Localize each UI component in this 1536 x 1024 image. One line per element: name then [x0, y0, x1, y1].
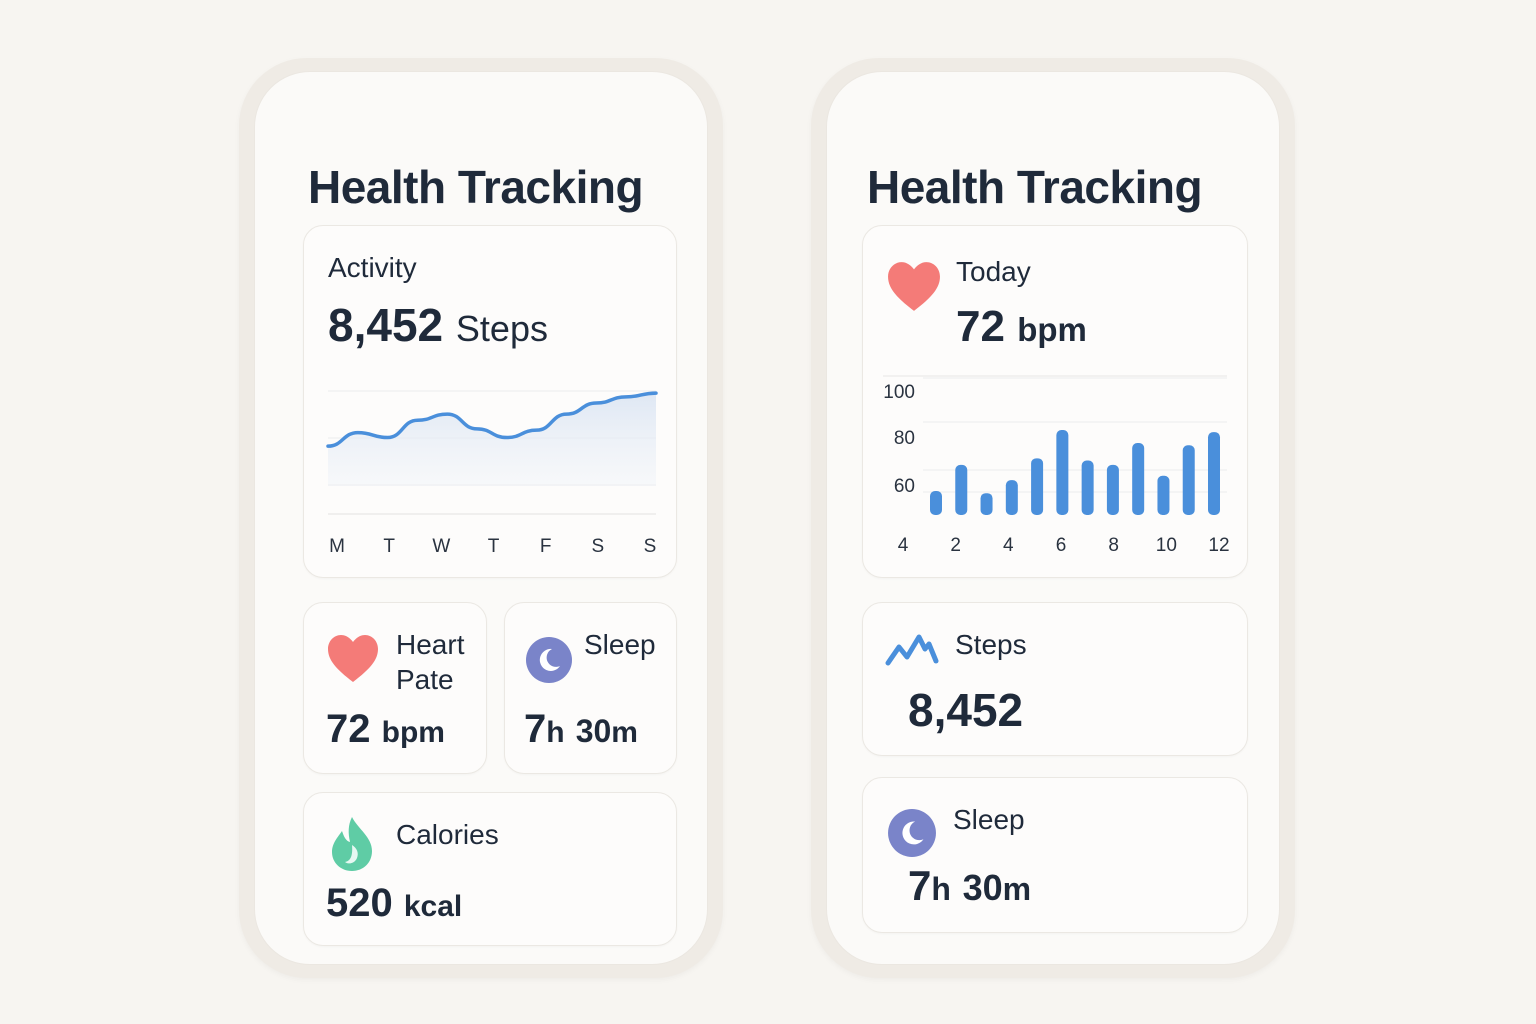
phone-frame-left: Health Tracking Activity 8,452 Steps MTW… — [239, 58, 723, 978]
heart-rate-bar — [955, 464, 968, 515]
x-tick-label: F — [540, 536, 552, 557]
y-tick-label: 100 — [883, 382, 915, 403]
activity-zigzag-icon — [885, 634, 939, 666]
x-tick-label: 8 — [1108, 535, 1119, 556]
x-tick-label: T — [383, 536, 395, 557]
heart-rate-bar — [1157, 475, 1170, 515]
x-tick-label: 6 — [1056, 535, 1067, 556]
sleep-duration: 7h 30m — [908, 862, 1031, 910]
x-tick-label: S — [644, 536, 657, 557]
sleep-card[interactable]: Sleep 7h 30m — [862, 777, 1248, 933]
heart-rate-bar — [1031, 458, 1044, 515]
phone-screen-left: Health Tracking Activity 8,452 Steps MTW… — [254, 71, 708, 965]
moon-icon — [888, 809, 936, 857]
x-tick-label: M — [329, 536, 345, 557]
calories-unit: kcal — [403, 890, 463, 923]
heart-icon — [328, 635, 378, 682]
phone-frame-right: Health Tracking Today 72 bpm 100 80 60 4 2 4 6… — [811, 58, 1295, 978]
sleep-minutes: 30 — [575, 713, 612, 749]
sleep-minutes: 30 — [962, 867, 1003, 908]
steps-value: 8,452 — [908, 684, 1024, 736]
heart-rate-card[interactable]: Heart Pate 72 bpm — [303, 602, 487, 774]
today-heart-rate-card[interactable]: Today 72 bpm 100 80 60 4 2 4 6 8 10 12 — [862, 225, 1248, 578]
heart-rate-bar-chart: 100 80 60 4 2 4 6 8 10 12 — [883, 375, 1230, 556]
x-tick-label: T — [488, 536, 500, 557]
heart-rate-bar — [980, 493, 993, 515]
sleep-label: Sleep — [584, 629, 656, 660]
heart-rate-bar — [1005, 480, 1018, 515]
steps-label: Steps — [955, 629, 1027, 660]
heart-label-line2: Pate — [396, 664, 454, 695]
steps-card[interactable]: Steps 8,452 — [862, 602, 1248, 756]
x-tick-label: 2 — [950, 535, 961, 556]
x-tick-label: 4 — [898, 535, 909, 556]
calories-card[interactable]: Calories 520 kcal — [303, 792, 677, 946]
heart-label-line1: Heart — [396, 629, 465, 660]
heart-rate-bar — [930, 491, 942, 515]
sleep-card[interactable]: Sleep 7h 30m — [504, 602, 677, 774]
heart-rate-bar — [1182, 445, 1195, 515]
sleep-minutes-unit: m — [611, 716, 638, 749]
page-title: Health Tracking — [308, 161, 644, 213]
activity-line-chart: MTWTFSS — [326, 390, 658, 557]
heart-rate-bar — [1208, 432, 1220, 515]
sleep-minutes-unit: m — [1002, 871, 1032, 907]
flame-icon — [332, 817, 372, 871]
heart-rate-value: 72 — [326, 707, 371, 751]
sleep-hours-unit: h — [546, 716, 565, 749]
sleep-duration: 7h 30m — [524, 707, 638, 752]
heart-rate-unit: bpm — [381, 716, 445, 749]
sleep-hours: 7 — [908, 862, 932, 909]
x-tick-label: 10 — [1156, 535, 1177, 556]
sleep-hours: 7 — [524, 707, 547, 751]
sleep-label: Sleep — [953, 804, 1025, 835]
x-tick-label: S — [591, 536, 604, 557]
heart-rate-bar — [1132, 443, 1145, 515]
x-tick-label: 4 — [1003, 535, 1014, 556]
activity-area-fill — [328, 393, 656, 486]
moon-icon — [526, 637, 572, 683]
heart-rate-label: Heart Pate — [396, 627, 464, 697]
x-tick-label: 12 — [1208, 535, 1229, 556]
x-tick-label: W — [432, 536, 450, 557]
y-tick-label: 60 — [894, 476, 915, 497]
page-title: Health Tracking — [867, 161, 1203, 213]
y-tick-label: 80 — [894, 428, 915, 449]
heart-rate-bar — [1106, 464, 1119, 515]
phone-screen-right: Health Tracking Today 72 bpm 100 80 60 4 2 4 6… — [826, 71, 1280, 965]
calories-label: Calories — [396, 819, 499, 850]
calories-reading: 520 kcal — [326, 881, 462, 926]
heart-rate-bar — [1056, 429, 1069, 515]
calories-value: 520 — [326, 881, 393, 925]
heart-rate-reading: 72 bpm — [326, 707, 445, 752]
heart-rate-bar — [1081, 460, 1094, 515]
activity-card[interactable]: Activity 8,452 Steps MTWTFSS — [303, 225, 677, 578]
sleep-hours-unit: h — [931, 871, 951, 907]
